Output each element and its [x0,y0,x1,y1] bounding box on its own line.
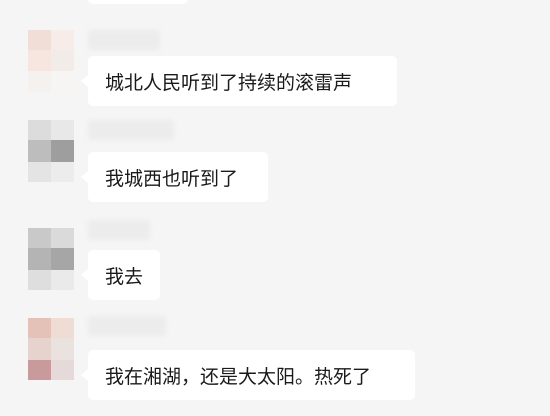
sender-name-blurred [88,30,160,50]
avatar-blurred[interactable] [28,318,74,380]
message-text: 城北人民听到了持续的滚雷声 [105,71,353,94]
message-text: 我城西也听到了 [105,167,239,190]
message-bubble[interactable]: 我去 [81,250,160,300]
sender-name-blurred [88,316,166,336]
sender-name-blurred [88,120,174,140]
message-bubble[interactable]: 城北人民听到了持续的滚雷声 [81,56,397,106]
avatar-blurred[interactable] [28,120,74,182]
message-text: 我去 [105,265,144,288]
avatar-blurred[interactable] [28,228,74,290]
message-bubble[interactable]: 我城西也听到了 [81,152,268,202]
message-bubble-partial[interactable] [88,0,188,4]
sender-name-blurred [88,220,150,240]
chat-area: 城北人民听到了持续的滚雷声 我城西也听到了 我去 我在湘湖，还是大太阳。热死了 [0,0,550,416]
message-text: 我在湘湖，还是大太阳。热死了 [105,365,372,388]
message-bubble[interactable]: 我在湘湖，还是大太阳。热死了 [81,350,415,400]
avatar-blurred[interactable] [28,30,74,92]
